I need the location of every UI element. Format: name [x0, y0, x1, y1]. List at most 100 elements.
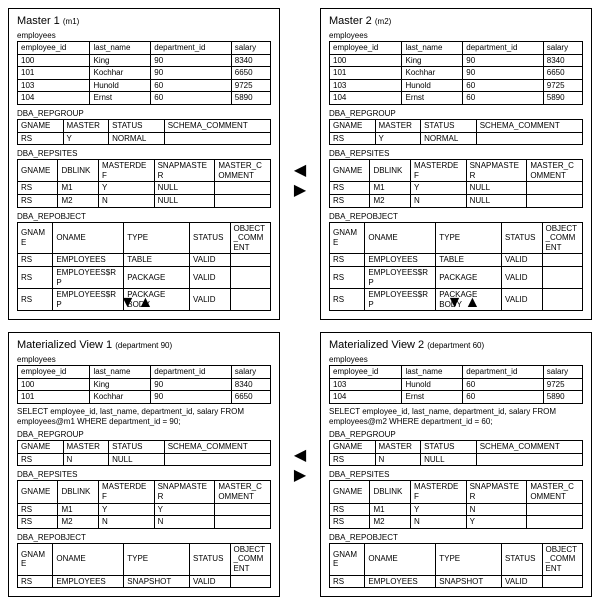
- repsites-label: DBA_REPSITES: [17, 149, 271, 158]
- table-cell: Ernst: [402, 92, 463, 105]
- table-row: 103Hunold609725: [330, 378, 583, 391]
- table-cell: [215, 503, 271, 516]
- table-header-cell: MASTER: [63, 119, 109, 132]
- table-cell: M1: [370, 503, 410, 516]
- table-cell: [542, 575, 583, 588]
- table-cell: 90: [151, 67, 231, 80]
- table-cell: PACKAGE: [436, 266, 502, 288]
- emp-label: employees: [329, 31, 583, 40]
- table-header-cell: DBLINK: [370, 481, 410, 503]
- table-row: RSEMPLOYEESSNAPSHOTVALID: [330, 575, 583, 588]
- table-header-cell: SCHEMA_COMMENT: [476, 441, 582, 454]
- table-row: RSEMPLOYEES$RPPACKAGEVALID: [18, 266, 271, 288]
- table-cell: 100: [18, 54, 90, 67]
- table-header-cell: ONAME: [365, 222, 436, 254]
- table-header-cell: STATUS: [190, 543, 230, 575]
- table-cell: 60: [463, 79, 543, 92]
- panel-sub: (m2): [375, 17, 391, 26]
- table-cell: M2: [58, 516, 98, 529]
- table-row: employee_idlast_namedepartment_idsalary: [18, 42, 271, 55]
- repgroup-table: GNAMEMASTERSTATUSSCHEMA_COMMENTRSYNORMAL: [329, 119, 583, 145]
- table-header-cell: last_name: [402, 42, 463, 55]
- table-header-cell: GNAME: [330, 119, 376, 132]
- panel-mv2: Materialized View 2 (department 60) empl…: [320, 332, 592, 597]
- table-row: 103Hunold609725: [330, 79, 583, 92]
- table-row: 101Kochhar906650: [18, 67, 271, 80]
- table-row: 100King908340: [330, 54, 583, 67]
- table-row: GNAMEDBLINKMASTERDEFSNAPMASTERMASTER_COM…: [330, 481, 583, 503]
- repgroup-label: DBA_REPGROUP: [17, 430, 271, 439]
- table-cell: [542, 266, 583, 288]
- diagram-grid: Master 1 (m1) employees employee_idlast_…: [8, 8, 592, 597]
- table-cell: [215, 194, 271, 207]
- repsites-table: GNAMEDBLINKMASTERDEFSNAPMASTERMASTER_COM…: [17, 159, 271, 207]
- table-cell: VALID: [190, 575, 230, 588]
- table-cell: RS: [330, 132, 376, 145]
- table-cell: M2: [58, 194, 98, 207]
- table-header-cell: salary: [543, 42, 582, 55]
- table-header-cell: GNAME: [330, 160, 370, 182]
- arrow-right-icon: ▶: [294, 468, 306, 484]
- panel-title: Master 1 (m1): [17, 15, 271, 27]
- table-header-cell: MASTER: [375, 119, 421, 132]
- table-row: RSYNORMAL: [330, 132, 583, 145]
- table-header-cell: department_id: [151, 42, 231, 55]
- table-cell: N: [410, 516, 466, 529]
- table-header-cell: TYPE: [436, 222, 502, 254]
- table-header-cell: MASTERDEF: [98, 160, 154, 182]
- table-cell: 104: [330, 92, 402, 105]
- panel-title: Master 2 (m2): [329, 15, 583, 27]
- table-cell: 9725: [231, 79, 270, 92]
- table-cell: VALID: [502, 575, 542, 588]
- table-header-cell: TYPE: [124, 543, 190, 575]
- table-cell: RS: [18, 194, 58, 207]
- table-row: RSEMPLOYEESSNAPSHOTVALID: [18, 575, 271, 588]
- table-cell: 60: [151, 79, 231, 92]
- repobject-label: DBA_REPOBJECT: [17, 533, 271, 542]
- table-cell: 60: [463, 92, 543, 105]
- table-row: RSM1YY: [18, 503, 271, 516]
- table-cell: RS: [18, 289, 53, 311]
- arrow-vertical-pair: ▼ ▲: [120, 295, 154, 311]
- table-row: GNAMEDBLINKMASTERDEFSNAPMASTERMASTER_COM…: [330, 160, 583, 182]
- table-cell: 90: [151, 54, 231, 67]
- table-cell: [527, 182, 583, 195]
- table-row: 101Kochhar906650: [18, 391, 271, 404]
- table-row: GNAMEDBLINKMASTERDEFSNAPMASTERMASTER_COM…: [18, 481, 271, 503]
- table-header-cell: MASTER_COMMENT: [215, 481, 271, 503]
- table-cell: 90: [151, 391, 231, 404]
- emp-table: employee_idlast_namedepartment_idsalary1…: [329, 365, 583, 404]
- panel-master1: Master 1 (m1) employees employee_idlast_…: [8, 8, 280, 320]
- table-cell: M1: [370, 182, 410, 195]
- table-row: RSM2NNULL: [330, 194, 583, 207]
- arrow-down-icon: ▼: [120, 295, 136, 311]
- table-cell: NORMAL: [109, 132, 165, 145]
- table-row: 103Hunold609725: [18, 79, 271, 92]
- table-header-cell: salary: [231, 366, 270, 379]
- table-header-cell: employee_id: [18, 366, 90, 379]
- table-cell: EMPLOYEES: [365, 575, 436, 588]
- table-header-cell: GNAME: [18, 160, 58, 182]
- table-header-cell: STATUS: [190, 222, 230, 254]
- table-header-cell: GNAME: [18, 119, 64, 132]
- table-header-cell: DBLINK: [58, 481, 98, 503]
- table-cell: Hunold: [402, 378, 463, 391]
- table-row: RSM1YN: [330, 503, 583, 516]
- table-cell: [527, 503, 583, 516]
- table-cell: 101: [18, 391, 90, 404]
- table-row: RSEMPLOYEES$RPPACKAGEVALID: [330, 266, 583, 288]
- table-cell: EMPLOYEES: [53, 254, 124, 267]
- table-header-cell: MASTER: [375, 441, 421, 454]
- table-header-cell: TYPE: [124, 222, 190, 254]
- panel-title-text: Master 2: [329, 15, 372, 27]
- repgroup-label: DBA_REPGROUP: [17, 109, 271, 118]
- table-cell: [230, 289, 271, 311]
- table-header-cell: OBJECT_COMMENT: [542, 543, 583, 575]
- table-row: employee_idlast_namedepartment_idsalary: [330, 366, 583, 379]
- table-cell: RS: [330, 289, 365, 311]
- table-cell: VALID: [190, 254, 230, 267]
- table-cell: M2: [370, 194, 410, 207]
- table-cell: EMPLOYEES: [365, 254, 436, 267]
- table-cell: SNAPSHOT: [124, 575, 190, 588]
- table-cell: N: [410, 194, 466, 207]
